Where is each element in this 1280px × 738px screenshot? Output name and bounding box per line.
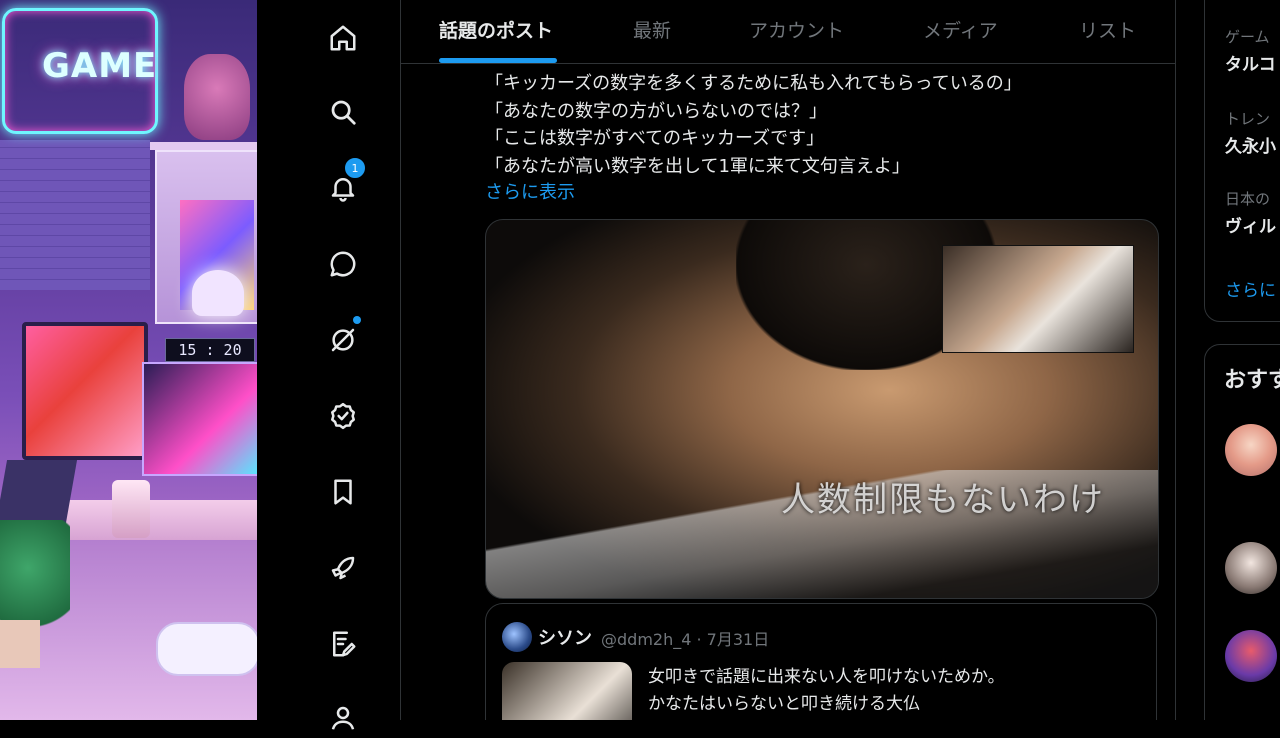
wallpaper-lamp bbox=[192, 270, 244, 316]
tab-latest[interactable]: 最新 bbox=[633, 16, 671, 43]
quoted-line: かなたはいらないと叩き続ける大仏 bbox=[648, 694, 920, 714]
post-video[interactable]: 人数制限もないわけ bbox=[485, 219, 1159, 599]
bookmark-icon bbox=[334, 479, 352, 505]
nav-verified[interactable] bbox=[323, 396, 363, 436]
avatar[interactable] bbox=[1225, 542, 1277, 594]
notification-count-badge: 1 bbox=[343, 156, 367, 180]
post-line: 「あなたの数字の方がいらないのでは？」 bbox=[485, 100, 827, 122]
video-subtitle: 人数制限もないわけ bbox=[781, 480, 1105, 520]
unread-dot bbox=[353, 316, 361, 324]
desktop-wallpaper: GAME 15 : 20 bbox=[0, 0, 257, 720]
grok-slash-icon bbox=[331, 328, 355, 352]
post-line: 「あなたが高い数字を出して1軍に来て文句言えよ」 bbox=[485, 155, 910, 177]
wallpaper-pot bbox=[0, 620, 40, 668]
trend-category: トレン bbox=[1225, 110, 1271, 128]
nav-messages[interactable] bbox=[323, 244, 363, 284]
wallpaper-cup bbox=[112, 480, 150, 538]
trends-panel bbox=[1204, 0, 1280, 322]
quoted-author-name: シソン bbox=[538, 628, 592, 649]
post-line: 「キッカーズの数字を多くするために私も入れてもらっているの」 bbox=[485, 73, 1022, 94]
search-icon bbox=[331, 100, 356, 125]
tab-lists[interactable]: リスト bbox=[1079, 16, 1136, 43]
chat-bubble-icon bbox=[330, 251, 356, 277]
tab-top[interactable]: 話題のポスト bbox=[439, 16, 553, 43]
post-line: 「ここは数字がすべてのキッカーズです」 bbox=[485, 128, 825, 149]
trend-item[interactable]: ヴィル bbox=[1225, 212, 1276, 237]
quoted-line: 女叩きで話題に出来ない人を叩けないためか。 bbox=[648, 667, 1005, 687]
nav-grok[interactable] bbox=[323, 316, 363, 360]
tab-accounts[interactable]: アカウント bbox=[749, 16, 844, 43]
avatar[interactable] bbox=[1225, 424, 1277, 476]
nav-notifications[interactable]: 1 bbox=[323, 156, 367, 208]
sidebar-nav: 1 bbox=[257, 0, 400, 730]
quoted-post[interactable]: シソン @ddm2h_4 · 7月31日 女叩きで話題に出来ない人を叩けないため… bbox=[485, 603, 1157, 720]
verified-badge-icon bbox=[331, 402, 355, 430]
active-tab-indicator bbox=[439, 58, 557, 63]
wallpaper-monitor bbox=[22, 322, 148, 460]
search-tabs: 話題のポスト 最新 アカウント メディア リスト bbox=[401, 0, 1175, 64]
right-sidebar: ゲーム タルコ トレン 久永小 日本の ヴィル さらに おすす bbox=[1176, 0, 1280, 720]
tab-media[interactable]: メディア bbox=[923, 16, 998, 43]
profile-icon bbox=[331, 706, 355, 730]
avatar[interactable] bbox=[1225, 630, 1277, 682]
wallpaper-pegboard bbox=[0, 140, 150, 290]
show-more-link[interactable]: さらに表示 bbox=[485, 178, 575, 204]
search-results-timeline: 話題のポスト 最新 アカウント メディア リスト 「キッカーズの数字を多くするた… bbox=[400, 0, 1176, 720]
quoted-post-text: 女叩きで話題に出来ない人を叩けないためか。 かなたはいらないと叩き続ける大仏 bbox=[648, 664, 1005, 718]
home-icon bbox=[330, 25, 356, 51]
avatar[interactable] bbox=[502, 622, 532, 652]
nav-profile[interactable] bbox=[323, 698, 363, 738]
edit-note-icon bbox=[333, 631, 356, 657]
nav-drafts[interactable] bbox=[323, 624, 363, 664]
wallpaper-neon-text: GAME bbox=[42, 46, 158, 86]
wallpaper-teddy-bear bbox=[184, 54, 250, 140]
nav-bookmarks[interactable] bbox=[323, 472, 363, 512]
post-body: 「キッカーズの数字を多くするために私も入れてもらっているの」 「あなたの数字の方… bbox=[485, 70, 1022, 180]
wallpaper-pc-case bbox=[142, 362, 257, 476]
wallpaper-clock: 15 : 20 bbox=[165, 338, 255, 362]
quoted-author-handle: @ddm2h_4 · 7月31日 bbox=[601, 630, 770, 649]
video-inset-frame bbox=[942, 245, 1134, 353]
nav-home[interactable] bbox=[323, 18, 363, 58]
trend-category: 日本の bbox=[1225, 190, 1271, 208]
trend-category: ゲーム bbox=[1225, 28, 1270, 46]
wallpaper-controller bbox=[156, 622, 257, 676]
who-to-follow-title: おすす bbox=[1224, 368, 1280, 393]
wallpaper-shelf bbox=[150, 142, 257, 150]
nav-jobs[interactable] bbox=[323, 548, 363, 588]
trend-item[interactable]: 久永小 bbox=[1225, 132, 1276, 157]
trend-item[interactable]: タルコ bbox=[1225, 50, 1276, 75]
rocket-icon bbox=[331, 556, 355, 580]
nav-explore[interactable] bbox=[323, 92, 363, 132]
quoted-post-thumbnail[interactable] bbox=[502, 662, 632, 720]
trends-show-more-link[interactable]: さらに bbox=[1225, 276, 1276, 301]
